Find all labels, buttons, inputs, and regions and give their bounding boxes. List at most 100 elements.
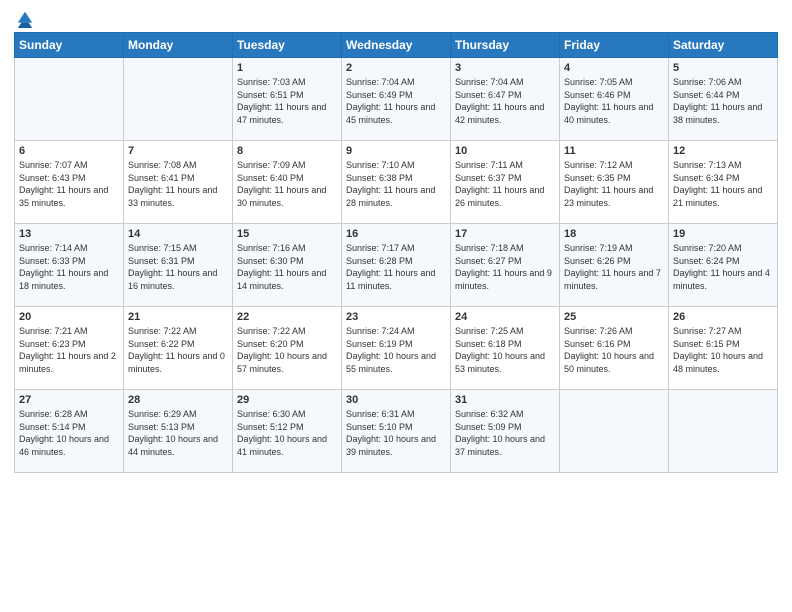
col-header-saturday: Saturday: [669, 33, 778, 58]
day-number: 26: [673, 311, 773, 323]
day-info: Sunrise: 7:14 AMSunset: 6:33 PMDaylight:…: [19, 242, 119, 292]
day-number: 9: [346, 145, 446, 157]
day-number: 5: [673, 62, 773, 74]
day-number: 8: [237, 145, 337, 157]
col-header-tuesday: Tuesday: [233, 33, 342, 58]
calendar-row-0: 1Sunrise: 7:03 AMSunset: 6:51 PMDaylight…: [15, 58, 778, 141]
day-number: 25: [564, 311, 664, 323]
calendar-cell: 22 Sunrise: 7:22 AMSunset: 6:20 PMDayligh…: [233, 307, 342, 390]
day-info: Sunrise: 7:27 AMSunset: 6:15 PMDaylight:…: [673, 325, 773, 375]
col-header-friday: Friday: [560, 33, 669, 58]
day-info: Sunrise: 7:18 AMSunset: 6:27 PMDaylight:…: [455, 242, 555, 292]
day-number: 20: [19, 311, 119, 323]
day-info: Sunrise: 7:04 AMSunset: 6:47 PMDaylight:…: [455, 76, 555, 126]
calendar-cell: 25 Sunrise: 7:26 AMSunset: 6:16 PMDayligh…: [560, 307, 669, 390]
col-header-wednesday: Wednesday: [342, 33, 451, 58]
day-number: 13: [19, 228, 119, 240]
calendar-cell: [15, 58, 124, 141]
day-info: Sunrise: 7:12 AMSunset: 6:35 PMDaylight:…: [564, 159, 664, 209]
day-number: 16: [346, 228, 446, 240]
calendar-cell: 27 Sunrise: 6:28 AMSunset: 5:14 PMDayligh…: [15, 390, 124, 473]
calendar-cell: 2 Sunrise: 7:04 AMSunset: 6:49 PMDaylight…: [342, 58, 451, 141]
calendar-cell: 21 Sunrise: 7:22 AMSunset: 6:22 PMDayligh…: [124, 307, 233, 390]
calendar-cell: 28 Sunrise: 6:29 AMSunset: 5:13 PMDayligh…: [124, 390, 233, 473]
calendar-cell: 4 Sunrise: 7:05 AMSunset: 6:46 PMDaylight…: [560, 58, 669, 141]
day-info: Sunrise: 7:09 AMSunset: 6:40 PMDaylight:…: [237, 159, 337, 209]
calendar-row-3: 20 Sunrise: 7:21 AMSunset: 6:23 PMDayligh…: [15, 307, 778, 390]
logo-icon: [16, 10, 34, 28]
calendar-cell: 26 Sunrise: 7:27 AMSunset: 6:15 PMDayligh…: [669, 307, 778, 390]
day-number: 11: [564, 145, 664, 157]
calendar-cell: 19 Sunrise: 7:20 AMSunset: 6:24 PMDayligh…: [669, 224, 778, 307]
calendar-cell: 17 Sunrise: 7:18 AMSunset: 6:27 PMDayligh…: [451, 224, 560, 307]
calendar-cell: 20 Sunrise: 7:21 AMSunset: 6:23 PMDayligh…: [15, 307, 124, 390]
day-info: Sunrise: 6:31 AMSunset: 5:10 PMDaylight:…: [346, 408, 446, 458]
day-number: 29: [237, 394, 337, 406]
day-info: Sunrise: 7:16 AMSunset: 6:30 PMDaylight:…: [237, 242, 337, 292]
calendar-row-1: 6Sunrise: 7:07 AMSunset: 6:43 PMDaylight…: [15, 141, 778, 224]
day-info: Sunrise: 7:26 AMSunset: 6:16 PMDaylight:…: [564, 325, 664, 375]
day-info: Sunrise: 7:24 AMSunset: 6:19 PMDaylight:…: [346, 325, 446, 375]
calendar-cell: 7 Sunrise: 7:08 AMSunset: 6:41 PMDaylight…: [124, 141, 233, 224]
day-number: 17: [455, 228, 555, 240]
calendar-cell: 12 Sunrise: 7:13 AMSunset: 6:34 PMDayligh…: [669, 141, 778, 224]
day-info: Sunrise: 7:10 AMSunset: 6:38 PMDaylight:…: [346, 159, 446, 209]
day-info: Sunrise: 6:29 AMSunset: 5:13 PMDaylight:…: [128, 408, 228, 458]
day-number: 19: [673, 228, 773, 240]
day-number: 18: [564, 228, 664, 240]
day-number: 6: [19, 145, 119, 157]
day-number: 2: [346, 62, 446, 74]
calendar-cell: 23 Sunrise: 7:24 AMSunset: 6:19 PMDayligh…: [342, 307, 451, 390]
day-number: 4: [564, 62, 664, 74]
col-header-sunday: Sunday: [15, 33, 124, 58]
day-info: Sunrise: 7:04 AMSunset: 6:49 PMDaylight:…: [346, 76, 446, 126]
day-info: Sunrise: 6:30 AMSunset: 5:12 PMDaylight:…: [237, 408, 337, 458]
day-number: 22: [237, 311, 337, 323]
day-number: 27: [19, 394, 119, 406]
calendar-cell: 30 Sunrise: 6:31 AMSunset: 5:10 PMDayligh…: [342, 390, 451, 473]
day-info: Sunrise: 7:17 AMSunset: 6:28 PMDaylight:…: [346, 242, 446, 292]
calendar-cell: 8 Sunrise: 7:09 AMSunset: 6:40 PMDaylight…: [233, 141, 342, 224]
day-info: Sunrise: 7:25 AMSunset: 6:18 PMDaylight:…: [455, 325, 555, 375]
day-number: 24: [455, 311, 555, 323]
day-info: Sunrise: 7:20 AMSunset: 6:24 PMDaylight:…: [673, 242, 773, 292]
day-number: 3: [455, 62, 555, 74]
day-info: Sunrise: 7:22 AMSunset: 6:22 PMDaylight:…: [128, 325, 228, 375]
day-number: 30: [346, 394, 446, 406]
day-info: Sunrise: 7:15 AMSunset: 6:31 PMDaylight:…: [128, 242, 228, 292]
day-number: 12: [673, 145, 773, 157]
day-info: Sunrise: 7:03 AMSunset: 6:51 PMDaylight:…: [237, 76, 337, 126]
day-number: 10: [455, 145, 555, 157]
day-info: Sunrise: 7:08 AMSunset: 6:41 PMDaylight:…: [128, 159, 228, 209]
calendar-cell: 13 Sunrise: 7:14 AMSunset: 6:33 PMDayligh…: [15, 224, 124, 307]
calendar-cell: 29 Sunrise: 6:30 AMSunset: 5:12 PMDayligh…: [233, 390, 342, 473]
calendar-cell: [669, 390, 778, 473]
day-info: Sunrise: 7:06 AMSunset: 6:44 PMDaylight:…: [673, 76, 773, 126]
calendar-table: SundayMondayTuesdayWednesdayThursdayFrid…: [14, 32, 778, 473]
day-info: Sunrise: 7:05 AMSunset: 6:46 PMDaylight:…: [564, 76, 664, 126]
calendar-cell: 24 Sunrise: 7:25 AMSunset: 6:18 PMDayligh…: [451, 307, 560, 390]
day-info: Sunrise: 7:21 AMSunset: 6:23 PMDaylight:…: [19, 325, 119, 375]
day-info: Sunrise: 6:28 AMSunset: 5:14 PMDaylight:…: [19, 408, 119, 458]
calendar-cell: 11 Sunrise: 7:12 AMSunset: 6:35 PMDayligh…: [560, 141, 669, 224]
day-number: 21: [128, 311, 228, 323]
day-number: 23: [346, 311, 446, 323]
calendar-row-2: 13 Sunrise: 7:14 AMSunset: 6:33 PMDayligh…: [15, 224, 778, 307]
calendar-cell: 3 Sunrise: 7:04 AMSunset: 6:47 PMDaylight…: [451, 58, 560, 141]
day-info: Sunrise: 7:11 AMSunset: 6:37 PMDaylight:…: [455, 159, 555, 209]
calendar-cell: 15Sunrise: 7:16 AMSunset: 6:30 PMDayligh…: [233, 224, 342, 307]
calendar-cell: 1Sunrise: 7:03 AMSunset: 6:51 PMDaylight…: [233, 58, 342, 141]
day-number: 28: [128, 394, 228, 406]
calendar-cell: [124, 58, 233, 141]
day-number: 14: [128, 228, 228, 240]
day-info: Sunrise: 7:13 AMSunset: 6:34 PMDaylight:…: [673, 159, 773, 209]
calendar-cell: 6Sunrise: 7:07 AMSunset: 6:43 PMDaylight…: [15, 141, 124, 224]
calendar-cell: 16 Sunrise: 7:17 AMSunset: 6:28 PMDayligh…: [342, 224, 451, 307]
calendar-cell: 14 Sunrise: 7:15 AMSunset: 6:31 PMDayligh…: [124, 224, 233, 307]
day-number: 7: [128, 145, 228, 157]
day-info: Sunrise: 7:22 AMSunset: 6:20 PMDaylight:…: [237, 325, 337, 375]
day-info: Sunrise: 7:19 AMSunset: 6:26 PMDaylight:…: [564, 242, 664, 292]
calendar-cell: [560, 390, 669, 473]
day-info: Sunrise: 6:32 AMSunset: 5:09 PMDaylight:…: [455, 408, 555, 458]
calendar-row-4: 27 Sunrise: 6:28 AMSunset: 5:14 PMDayligh…: [15, 390, 778, 473]
